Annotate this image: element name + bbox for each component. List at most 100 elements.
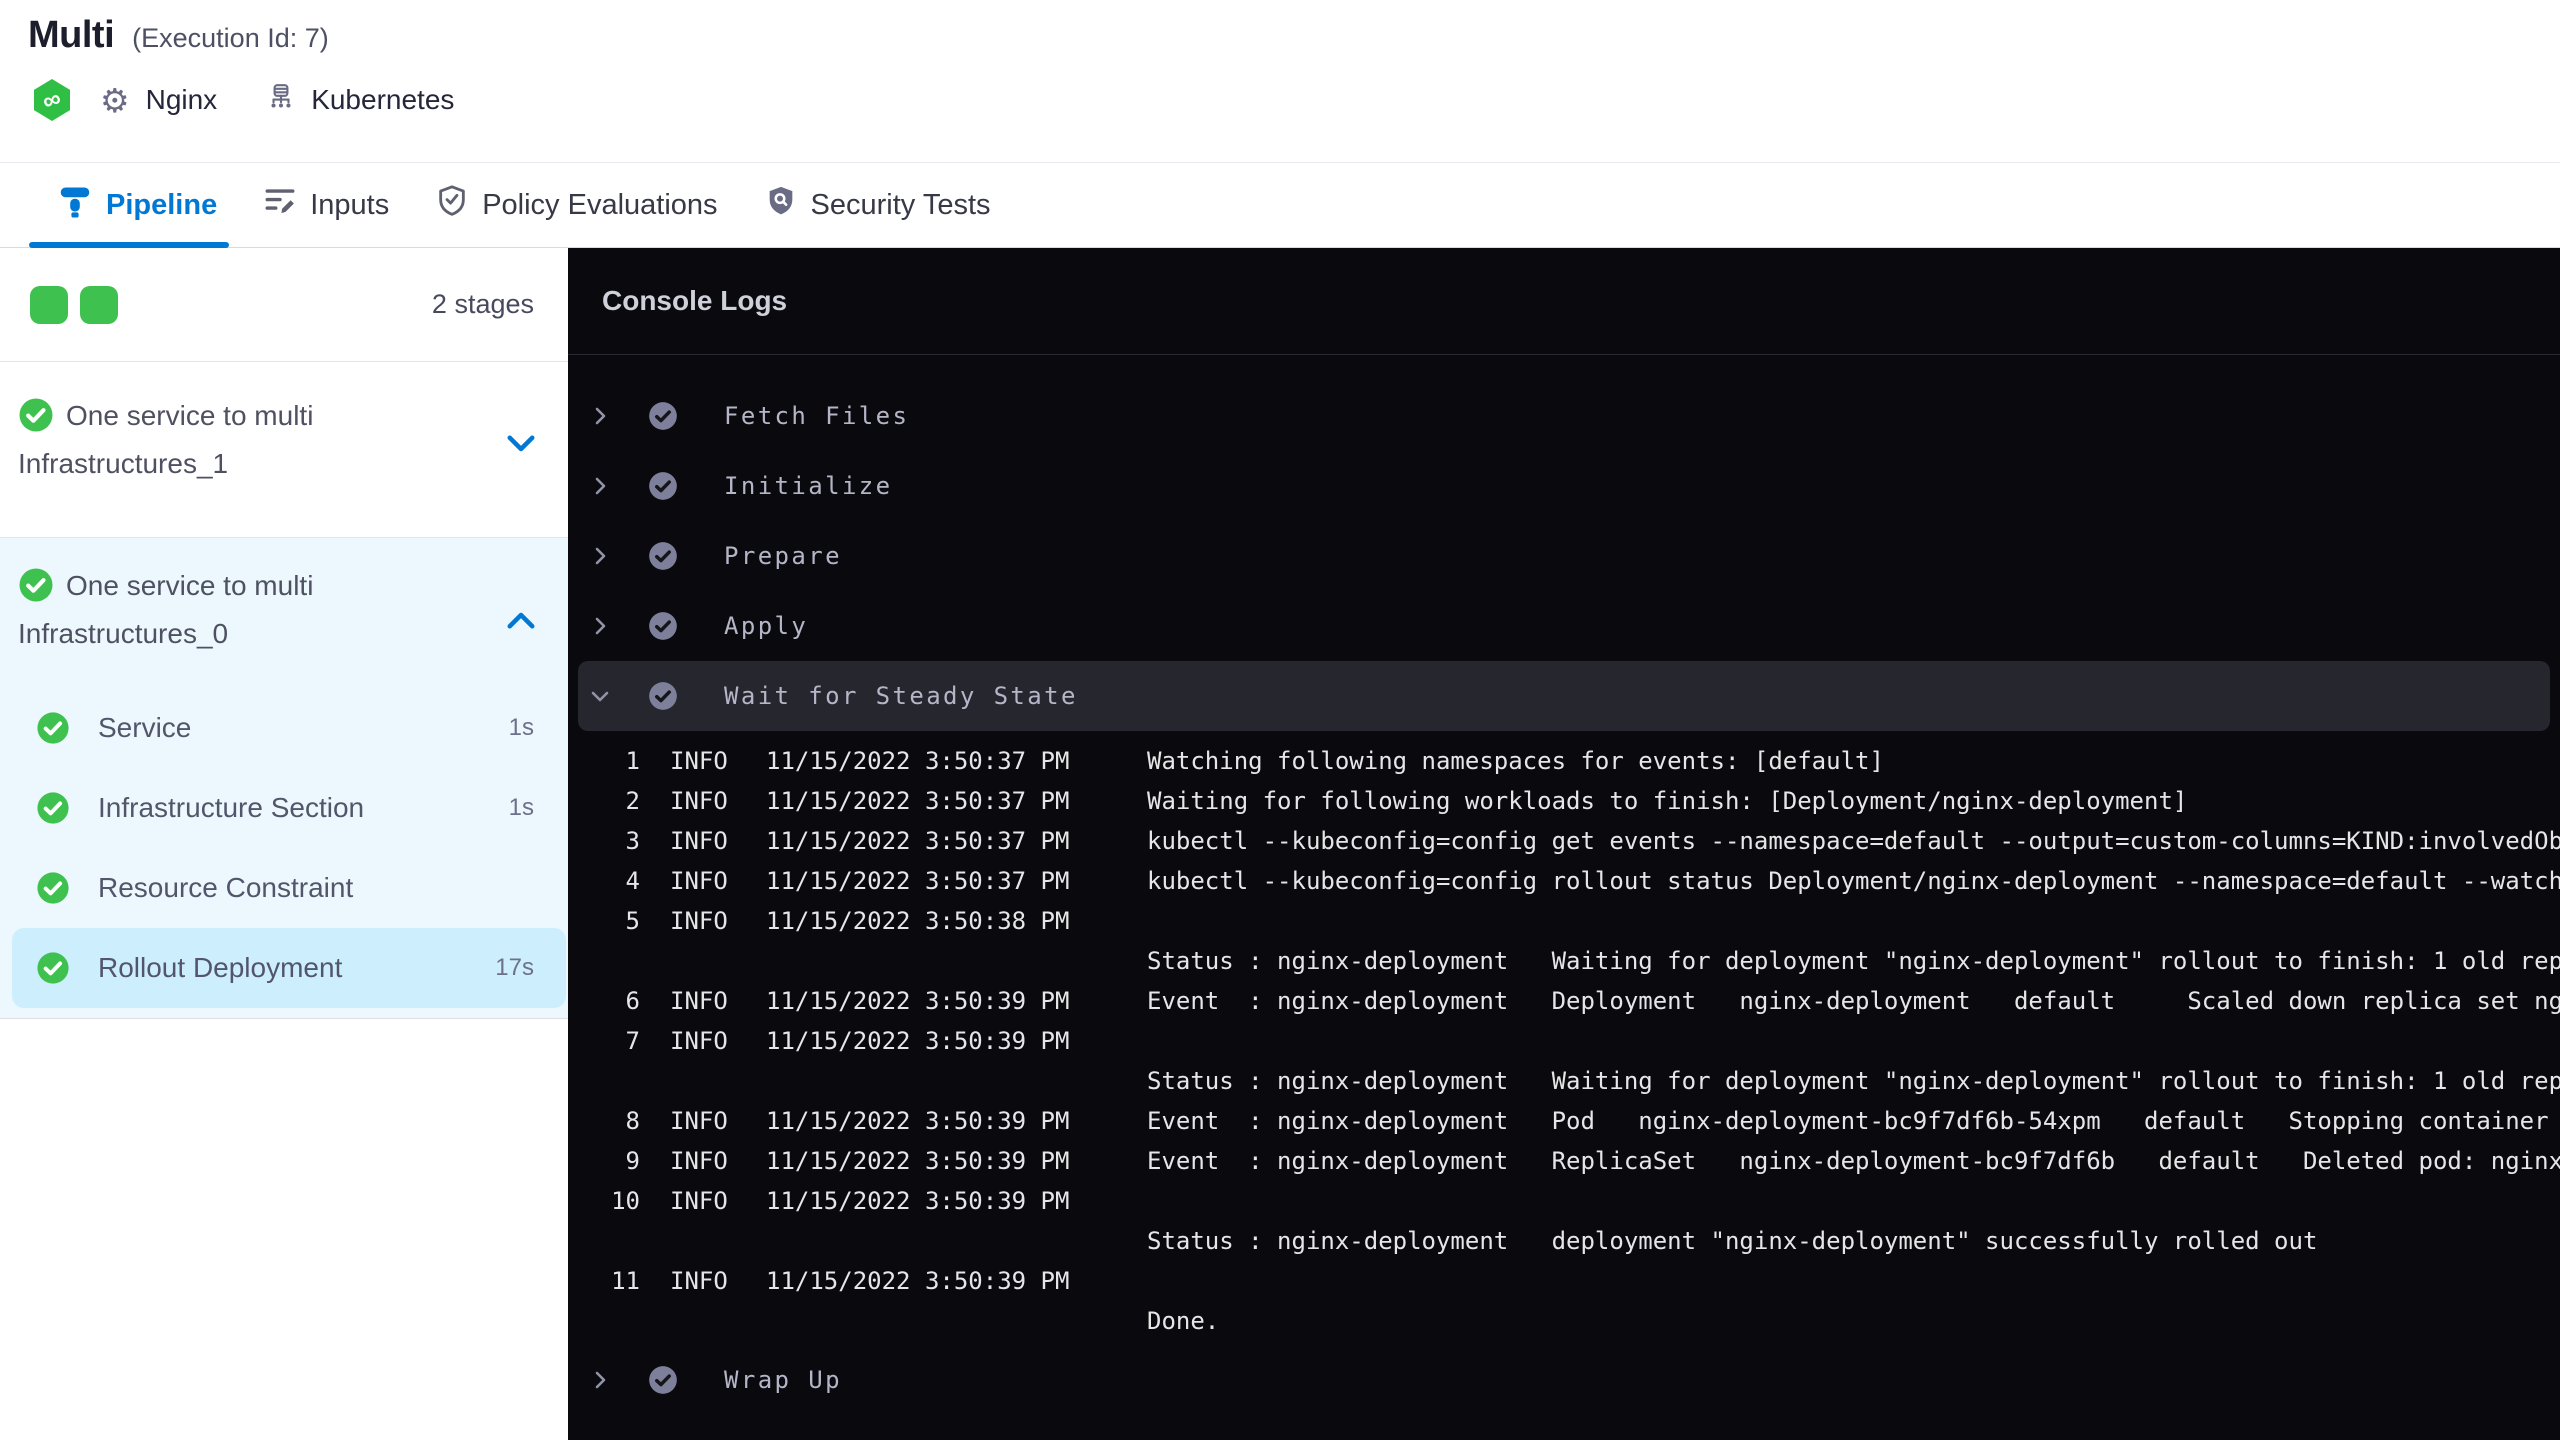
infrastructure-name-label: Kubernetes <box>311 84 455 115</box>
tab-inputs[interactable]: Inputs <box>263 163 389 247</box>
step-label: Rollout Deployment <box>98 952 343 983</box>
success-check-icon <box>36 871 70 905</box>
shield-check-icon <box>435 184 469 226</box>
step-duration: 1s <box>508 714 534 741</box>
log-section-initialize[interactable]: Initialize <box>568 451 2560 521</box>
console-logs-title: Console Logs <box>602 285 788 316</box>
step-success-icon <box>648 471 678 501</box>
log-section-label: Fetch Files <box>724 402 910 430</box>
stage-section-infrastructures-0: One service to multi Infrastructures_0 S… <box>0 538 568 1019</box>
step-label: Service <box>98 712 192 743</box>
log-line: 2 INFO 11/15/2022 3:50:37 PM Waiting for fo… <box>625 787 2188 815</box>
stage-label: One service to multi Infrastructures_0 <box>18 566 428 654</box>
chevron-right-icon[interactable] <box>588 474 612 498</box>
log-section-label: Wrap Up <box>724 1366 842 1394</box>
stage-status-square[interactable] <box>30 285 68 324</box>
log-line: 5 INFO 11/15/2022 3:50:38 PM <box>625 907 1070 935</box>
log-section-wait-for-steady-state[interactable]: Wait for Steady State <box>578 661 2550 731</box>
step-success-icon <box>648 541 678 571</box>
step-item-infrastructure-section[interactable]: Infrastructure Section 1s <box>0 768 568 848</box>
execution-id-label: (Execution Id: 7) <box>132 23 329 53</box>
stage-name: One service to multi Infrastructures_0 <box>18 570 314 649</box>
log-section-label: Apply <box>724 612 809 640</box>
step-success-icon <box>648 1365 678 1395</box>
stage-item-infrastructures-0[interactable]: One service to multi Infrastructures_0 <box>0 538 568 688</box>
log-line: 8 INFO 11/15/2022 3:50:39 PM Event : nginx-… <box>625 1107 2549 1135</box>
log-line: 11 INFO 11/15/2022 3:50:39 PM <box>611 1267 1070 1295</box>
gear-icon: ⚙ <box>100 81 130 119</box>
log-section-label: Wait for Steady State <box>724 682 1078 710</box>
step-success-icon <box>648 611 678 641</box>
step-duration: 17s <box>495 954 534 981</box>
success-check-icon <box>36 711 70 745</box>
tab-security-tests-label: Security Tests <box>810 188 991 221</box>
log-section-label: Prepare <box>724 542 842 570</box>
step-label: Infrastructure Section <box>98 792 365 823</box>
stage-status-square[interactable] <box>80 285 118 324</box>
service-infra-row: ∞ ⚙ Nginx Kubernetes <box>28 79 2560 121</box>
kubernetes-icon <box>265 82 297 119</box>
chevron-up-icon[interactable] <box>506 610 536 635</box>
log-line: 10 INFO 11/15/2022 3:50:39 PM <box>611 1187 1070 1215</box>
shield-search-icon <box>764 184 798 226</box>
sidebar-filler <box>0 1019 568 1440</box>
chevron-right-icon[interactable] <box>588 614 612 638</box>
stage-count-label: 2 stages <box>431 289 534 319</box>
log-line: Status : nginx-deployment Waiting for de… <box>1147 947 2560 975</box>
harness-cd-icon: ∞ <box>34 79 70 121</box>
success-check-icon <box>36 951 70 985</box>
success-check-icon <box>18 567 54 614</box>
log-line: 6 INFO 11/15/2022 3:50:39 PM Event : nginx-… <box>625 987 2560 1015</box>
stage-item-infrastructures-1[interactable]: One service to multi Infrastructures_1 <box>0 362 568 538</box>
step-item-service[interactable]: Service 1s <box>0 688 568 768</box>
log-line: 4 INFO 11/15/2022 3:50:37 PM kubectl --kube… <box>625 867 2560 895</box>
console-logs-header: Console Logs <box>568 248 2560 355</box>
log-line: 3 INFO 11/15/2022 3:50:37 PM kubectl --kube… <box>625 827 2560 855</box>
log-line: 7 INFO 11/15/2022 3:50:39 PM <box>625 1027 1070 1055</box>
pipeline-icon <box>57 183 93 227</box>
page-title: Multi <box>28 14 115 56</box>
log-line: 9 INFO 11/15/2022 3:50:39 PM Event : nginx-… <box>625 1147 2560 1175</box>
service-name-label: Nginx <box>145 84 218 115</box>
chevron-down-icon[interactable] <box>588 684 612 708</box>
stage-name: One service to multi Infrastructures_1 <box>18 400 314 479</box>
step-item-resource-constraint[interactable]: Resource Constraint <box>0 848 568 928</box>
success-check-icon <box>18 397 54 444</box>
chevron-right-icon[interactable] <box>588 544 612 568</box>
step-label: Resource Constraint <box>98 872 354 903</box>
title-row: Multi (Execution Id: 7) <box>28 14 2560 57</box>
tab-security-tests[interactable]: Security Tests <box>764 163 991 247</box>
stages-sidebar: 2 stages One service to multi Infrastruc… <box>0 248 568 1440</box>
execution-header: Multi (Execution Id: 7) ∞ ⚙ Nginx Kubern… <box>0 0 2560 162</box>
log-section-fetch-files[interactable]: Fetch Files <box>568 381 2560 451</box>
tab-policy-evaluations[interactable]: Policy Evaluations <box>435 163 718 247</box>
log-line: 1 INFO 11/15/2022 3:50:37 PM Watching follo… <box>625 747 1884 775</box>
execution-content: 2 stages One service to multi Infrastruc… <box>0 248 2560 1440</box>
log-line: Status : nginx-deployment deployment "ng… <box>1147 1227 2318 1255</box>
success-check-icon <box>36 791 70 825</box>
step-success-icon <box>648 401 678 431</box>
log-line: Done. <box>1147 1307 1220 1335</box>
chevron-right-icon[interactable] <box>588 1368 612 1392</box>
console-logs-body: Fetch Files Initialize Prepare Apply Wai… <box>568 355 2560 1415</box>
log-section-wrap-up[interactable]: Wrap Up <box>568 1345 2560 1415</box>
log-lines-block: 1 INFO 11/15/2022 3:50:37 PM Watching follo… <box>568 731 2560 1345</box>
stages-summary: 2 stages <box>0 248 568 362</box>
tab-policy-evaluations-label: Policy Evaluations <box>482 188 718 221</box>
tab-inputs-label: Inputs <box>310 188 390 221</box>
chevron-down-icon[interactable] <box>506 434 536 459</box>
stage-label: One service to multi Infrastructures_1 <box>18 396 428 484</box>
step-duration: 1s <box>508 794 534 821</box>
log-section-prepare[interactable]: Prepare <box>568 521 2560 591</box>
tab-pipeline-label: Pipeline <box>106 188 218 221</box>
step-success-icon <box>648 681 678 711</box>
log-section-label: Initialize <box>724 472 893 500</box>
tab-pipeline[interactable]: Pipeline <box>28 163 230 248</box>
inputs-icon <box>263 184 297 226</box>
console-logs-panel: Console Logs Fetch Files Initialize Prep… <box>568 248 2560 1440</box>
log-section-apply[interactable]: Apply <box>568 591 2560 661</box>
execution-tabbar: Pipeline Inputs Policy Evaluations Secur… <box>0 162 2560 248</box>
log-line: Status : nginx-deployment Waiting for de… <box>1147 1067 2560 1095</box>
step-item-rollout-deployment[interactable]: Rollout Deployment 17s <box>12 928 566 1008</box>
chevron-right-icon[interactable] <box>588 404 612 428</box>
